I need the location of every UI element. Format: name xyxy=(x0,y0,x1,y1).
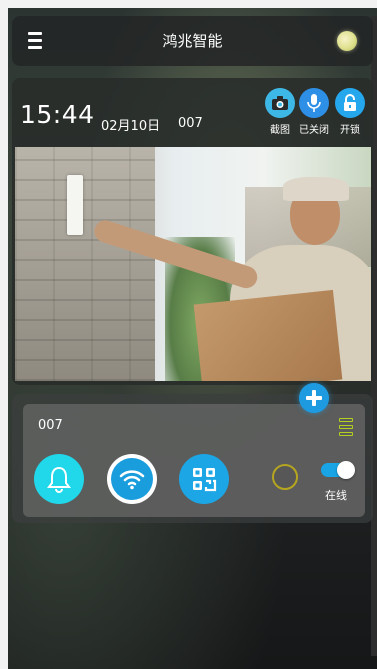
qr-scan-icon xyxy=(193,468,217,492)
current-time: 15:44 xyxy=(20,100,95,129)
device-panel: 007 在线 xyxy=(12,394,373,523)
wifi-button[interactable] xyxy=(107,454,157,504)
doorbell-panel xyxy=(67,175,83,235)
video-feed[interactable] xyxy=(15,147,371,381)
toggle-knob xyxy=(337,461,355,479)
device-name: 007 xyxy=(38,418,63,433)
wifi-icon xyxy=(111,458,153,500)
app-title: 鸿兆智能 xyxy=(162,32,223,50)
courier-cap xyxy=(283,177,349,201)
stone-wall xyxy=(15,147,155,381)
status-indicator xyxy=(272,464,298,490)
app-screen: 鸿兆智能 15:44 02月10日 007 截图 已关闭 开锁 007 在线 xyxy=(8,8,377,669)
list-icon[interactable] xyxy=(339,418,353,436)
camera-device-id: 007 xyxy=(178,116,203,131)
microphone-button[interactable]: 已关闭 xyxy=(294,88,334,136)
qr-scan-button[interactable] xyxy=(179,454,229,504)
online-toggle[interactable] xyxy=(321,461,355,479)
microphone-icon xyxy=(299,88,329,118)
add-device-button[interactable] xyxy=(299,383,329,413)
camera-panel: 15:44 02月10日 007 截图 已关闭 开锁 xyxy=(12,78,373,385)
bell-icon xyxy=(47,466,71,493)
doorbell-button[interactable] xyxy=(34,454,84,504)
moon-icon[interactable] xyxy=(337,31,357,51)
microphone-label: 已关闭 xyxy=(299,125,329,136)
unlock-label: 开锁 xyxy=(340,125,360,136)
parcel-box xyxy=(193,289,343,381)
unlock-button[interactable]: 开锁 xyxy=(330,88,370,136)
online-status-label: 在线 xyxy=(325,489,347,502)
device-card[interactable]: 007 在线 xyxy=(23,404,365,517)
current-date: 02月10日 xyxy=(101,119,161,134)
top-bar: 鸿兆智能 xyxy=(12,16,373,66)
unlock-icon xyxy=(335,88,365,118)
camera-icon xyxy=(265,88,295,118)
